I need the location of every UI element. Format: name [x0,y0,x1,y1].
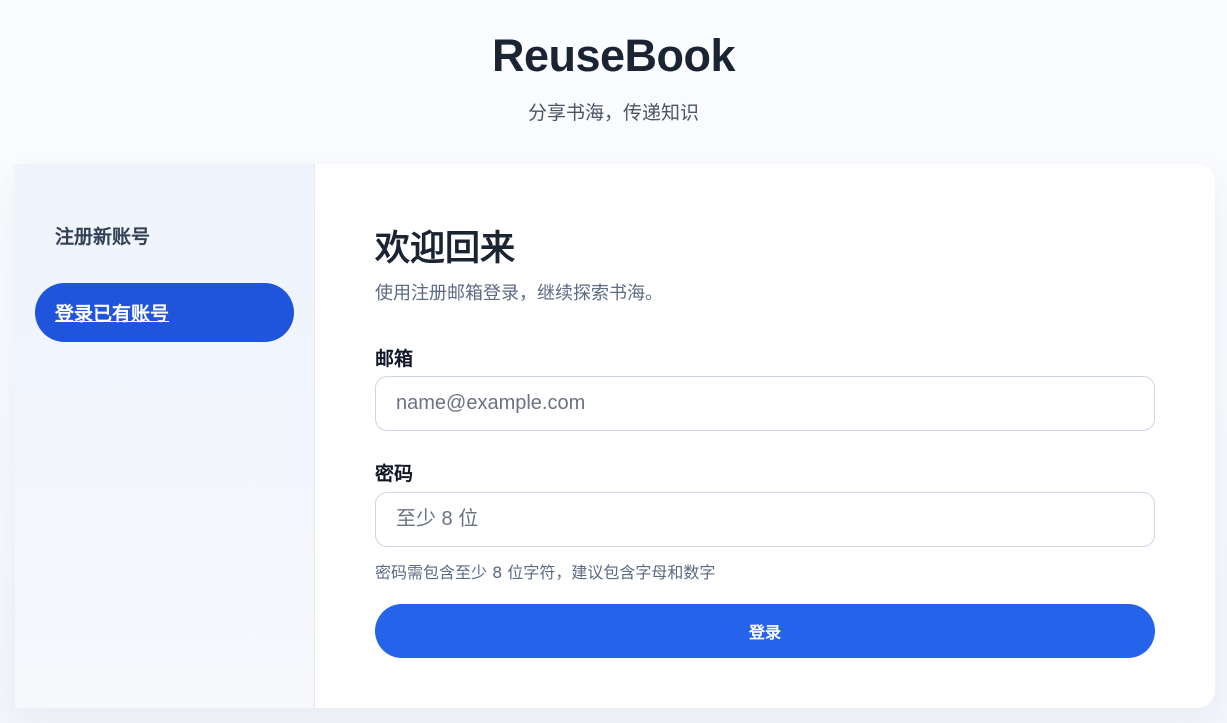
brand-tagline: 分享书海，传递知识 [527,102,699,124]
sidebar-item-label: 登录已有账号 [55,303,170,325]
login-button[interactable]: 登录 [375,604,1155,658]
brand-title: ReuseBook [491,30,736,81]
auth-sidebar: 注册新账号 登录已有账号 [15,164,315,708]
email-label: 邮箱 [375,348,414,370]
sidebar-item-register[interactable]: 注册新账号 [35,206,294,265]
sidebar-item-login[interactable]: 登录已有账号 [35,283,294,342]
form-subtitle: 使用注册邮箱登录，继续探索书海。 [375,283,663,304]
login-form: 欢迎回来 使用注册邮箱登录，继续探索书海。 邮箱 密码 密码需包含至少 8 位字… [375,164,1155,708]
sidebar-item-label: 注册新账号 [55,226,151,248]
password-field[interactable] [375,492,1155,547]
password-label: 密码 [375,463,414,485]
form-title: 欢迎回来 [375,229,516,269]
password-hint: 密码需包含至少 8 位字符，建议包含字母和数字 [375,563,716,582]
email-field[interactable] [375,376,1155,431]
auth-card: 注册新账号 登录已有账号 欢迎回来 使用注册邮箱登录，继续探索书海。 邮箱 密码… [15,164,1215,708]
